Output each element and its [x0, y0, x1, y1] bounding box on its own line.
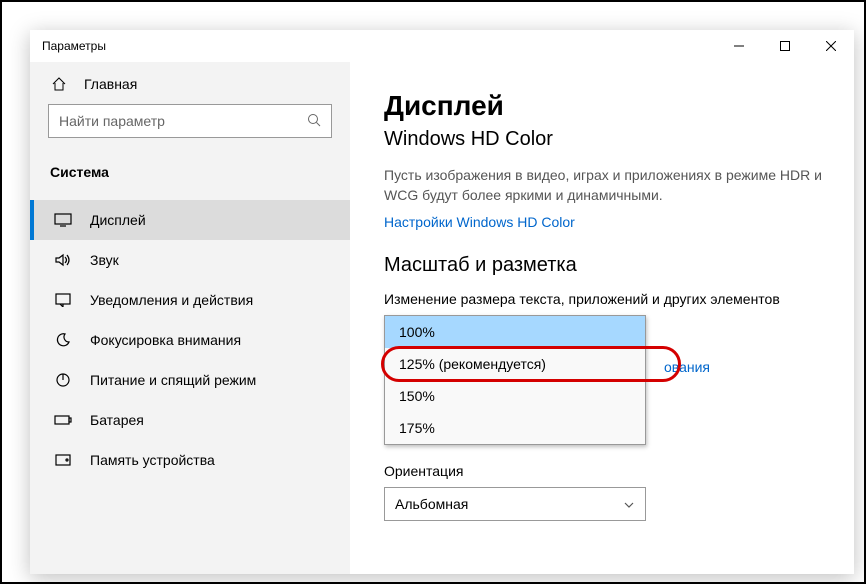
window-controls — [716, 30, 854, 62]
main-content: Дисплей Windows HD Color Пусть изображен… — [350, 62, 854, 574]
sidebar-item-focus[interactable]: Фокусировка внимания — [30, 320, 350, 360]
orientation-value: Альбомная — [395, 496, 468, 512]
scale-field-label: Изменение размера текста, приложений и д… — [384, 291, 826, 307]
sidebar-item-label: Питание и спящий режим — [90, 372, 256, 388]
maximize-button[interactable] — [762, 30, 808, 62]
sidebar-item-storage[interactable]: Память устройства — [30, 440, 350, 480]
storage-icon — [54, 454, 72, 466]
sidebar-category: Система — [30, 156, 350, 190]
scale-dropdown-list: 100% 125% (рекомендуется) 150% 175% — [384, 315, 646, 445]
scale-dropdown[interactable]: ования 100% 125% (рекомендуется) 150% 17… — [384, 315, 646, 445]
sidebar: Главная Найти параметр Система Дисплей З… — [30, 62, 350, 574]
search-icon — [307, 113, 321, 130]
sound-icon — [54, 253, 72, 267]
sidebar-item-label: Дисплей — [90, 212, 146, 228]
home-label: Главная — [84, 76, 137, 92]
settings-window: Параметры Главная Найти параметр Система… — [30, 30, 854, 574]
home-link[interactable]: Главная — [30, 66, 350, 104]
hd-color-link[interactable]: Настройки Windows HD Color — [384, 214, 826, 230]
scale-option-175[interactable]: 175% — [385, 412, 645, 444]
minimize-button[interactable] — [716, 30, 762, 62]
sidebar-item-label: Уведомления и действия — [90, 292, 253, 308]
power-icon — [54, 372, 72, 388]
chevron-down-icon — [623, 496, 635, 512]
scale-option-150[interactable]: 150% — [385, 380, 645, 412]
close-button[interactable] — [808, 30, 854, 62]
sidebar-item-label: Память устройства — [90, 452, 215, 468]
search-placeholder: Найти параметр — [59, 113, 307, 129]
titlebar: Параметры — [30, 30, 854, 62]
orientation-label: Ориентация — [384, 463, 826, 479]
display-icon — [54, 213, 72, 227]
scale-option-125[interactable]: 125% (рекомендуется) — [385, 348, 645, 380]
sidebar-item-notifications[interactable]: Уведомления и действия — [30, 280, 350, 320]
orientation-select[interactable]: Альбомная — [384, 487, 646, 521]
sidebar-item-label: Батарея — [90, 412, 144, 428]
hd-color-desc: Пусть изображения в видео, играх и прило… — [384, 165, 824, 206]
focus-icon — [54, 332, 72, 348]
sidebar-item-battery[interactable]: Батарея — [30, 400, 350, 440]
battery-icon — [54, 414, 72, 426]
search-input[interactable]: Найти параметр — [48, 104, 332, 138]
window-title: Параметры — [42, 39, 106, 53]
sidebar-item-display[interactable]: Дисплей — [30, 200, 350, 240]
sidebar-item-sound[interactable]: Звук — [30, 240, 350, 280]
scale-section-title: Масштаб и разметка — [384, 254, 826, 277]
page-title: Дисплей — [384, 90, 826, 122]
scale-option-100[interactable]: 100% — [385, 316, 645, 348]
sidebar-item-power[interactable]: Питание и спящий режим — [30, 360, 350, 400]
partial-link-text[interactable]: ования — [664, 359, 710, 375]
sidebar-item-label: Звук — [90, 252, 119, 268]
sidebar-item-label: Фокусировка внимания — [90, 332, 241, 348]
home-icon — [50, 76, 68, 92]
notifications-icon — [54, 293, 72, 307]
hd-color-heading: Windows HD Color — [384, 128, 826, 151]
